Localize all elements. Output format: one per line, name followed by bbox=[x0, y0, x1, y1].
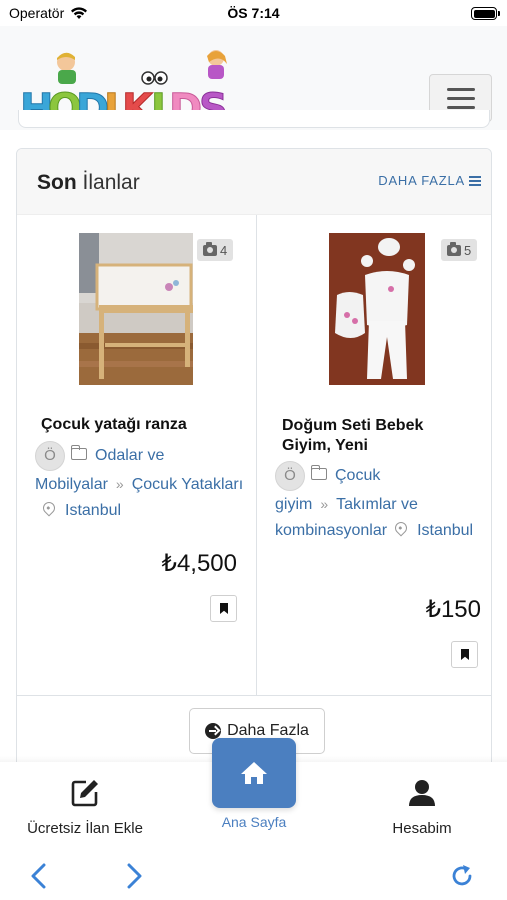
location-link[interactable]: Istanbul bbox=[65, 502, 121, 519]
edit-icon bbox=[71, 780, 98, 807]
listing-meta: Ö Çocuk giyim» Takımlar ve kombinasyonlar I… bbox=[275, 461, 485, 544]
camera-icon bbox=[447, 241, 461, 256]
seller-avatar[interactable]: Ö bbox=[35, 441, 65, 471]
listing-card[interactable]: 5 Doğum Seti Bebek Giyim, Yeni Ö Çocuk gi… bbox=[257, 215, 491, 695]
previous-section-edge bbox=[18, 110, 490, 128]
nav-post-ad[interactable]: Ücretsiz İlan Ekle bbox=[16, 778, 154, 837]
photo-count: 5 bbox=[464, 242, 472, 258]
bookmark-button[interactable] bbox=[451, 641, 478, 668]
subcategory-link[interactable]: Çocuk Yatakları bbox=[132, 476, 243, 493]
list-icon bbox=[469, 175, 481, 186]
battery-icon bbox=[471, 7, 500, 20]
listing-card[interactable]: 4 Çocuk yatağı ranza Ö Odalar ve Mobilyal… bbox=[17, 215, 255, 695]
bookmark-button[interactable] bbox=[210, 595, 237, 622]
user-icon bbox=[409, 780, 435, 806]
home-icon bbox=[241, 762, 267, 784]
status-bar: Operatör ÖS 7:14 bbox=[0, 0, 507, 26]
photo-count: 4 bbox=[220, 242, 228, 258]
listing-image[interactable] bbox=[79, 233, 193, 385]
row-divider bbox=[17, 695, 491, 696]
listing-price: ₺150 bbox=[425, 596, 481, 623]
listing-image[interactable] bbox=[329, 233, 425, 385]
photo-count-badge: 5 bbox=[441, 239, 478, 261]
listing-price: ₺4,500 bbox=[161, 550, 237, 577]
more-listings-label: DAHA FAZLA bbox=[378, 173, 465, 188]
listing-meta: Ö Odalar ve Mobilyalar» Çocuk YataklarıIst… bbox=[35, 441, 245, 524]
recent-listings-card: Son İlanlar DAHA FAZLA 4 Çocuk yatağı ra… bbox=[16, 148, 492, 788]
section-title-bold: Son bbox=[37, 171, 77, 194]
listing-title[interactable]: Çocuk yatağı ranza bbox=[41, 415, 241, 435]
category-separator: » bbox=[115, 476, 124, 492]
browser-toolbar bbox=[0, 845, 507, 900]
arrow-circle-right-icon bbox=[205, 723, 222, 739]
more-listings-link[interactable]: DAHA FAZLA bbox=[378, 173, 481, 188]
location-link[interactable]: Istanbul bbox=[417, 522, 473, 539]
menu-icon-bar bbox=[447, 106, 475, 109]
location-pin-icon bbox=[392, 519, 410, 537]
menu-icon-bar bbox=[447, 97, 475, 100]
photo-count-badge: 4 bbox=[197, 239, 234, 261]
seller-avatar[interactable]: Ö bbox=[275, 461, 305, 491]
category-separator: » bbox=[320, 496, 329, 512]
section-title-light: İlanlar bbox=[82, 171, 140, 194]
home-button[interactable] bbox=[212, 738, 296, 808]
camera-icon bbox=[203, 241, 217, 256]
card-header: Son İlanlar DAHA FAZLA bbox=[17, 149, 491, 215]
folder-icon bbox=[310, 465, 327, 480]
nav-account[interactable]: Hesabim bbox=[372, 778, 472, 837]
clock: ÖS 7:14 bbox=[227, 5, 280, 21]
nav-account-label: Hesabim bbox=[392, 820, 452, 837]
column-divider bbox=[256, 215, 257, 695]
forward-arrow-icon[interactable] bbox=[124, 863, 144, 889]
reload-icon[interactable] bbox=[450, 864, 474, 888]
home-label[interactable]: Ana Sayfa bbox=[212, 814, 296, 830]
nav-post-ad-label: Ücretsiz İlan Ekle bbox=[27, 820, 143, 837]
menu-icon-bar bbox=[447, 88, 475, 91]
listings-grid: 4 Çocuk yatağı ranza Ö Odalar ve Mobilyal… bbox=[17, 215, 491, 695]
location-pin-icon bbox=[40, 499, 58, 517]
section-title: Son İlanlar bbox=[37, 171, 140, 195]
folder-icon bbox=[70, 445, 87, 460]
back-arrow-icon[interactable] bbox=[29, 863, 49, 889]
listing-title[interactable]: Doğum Seti Bebek Giyim, Yeni bbox=[282, 416, 462, 456]
